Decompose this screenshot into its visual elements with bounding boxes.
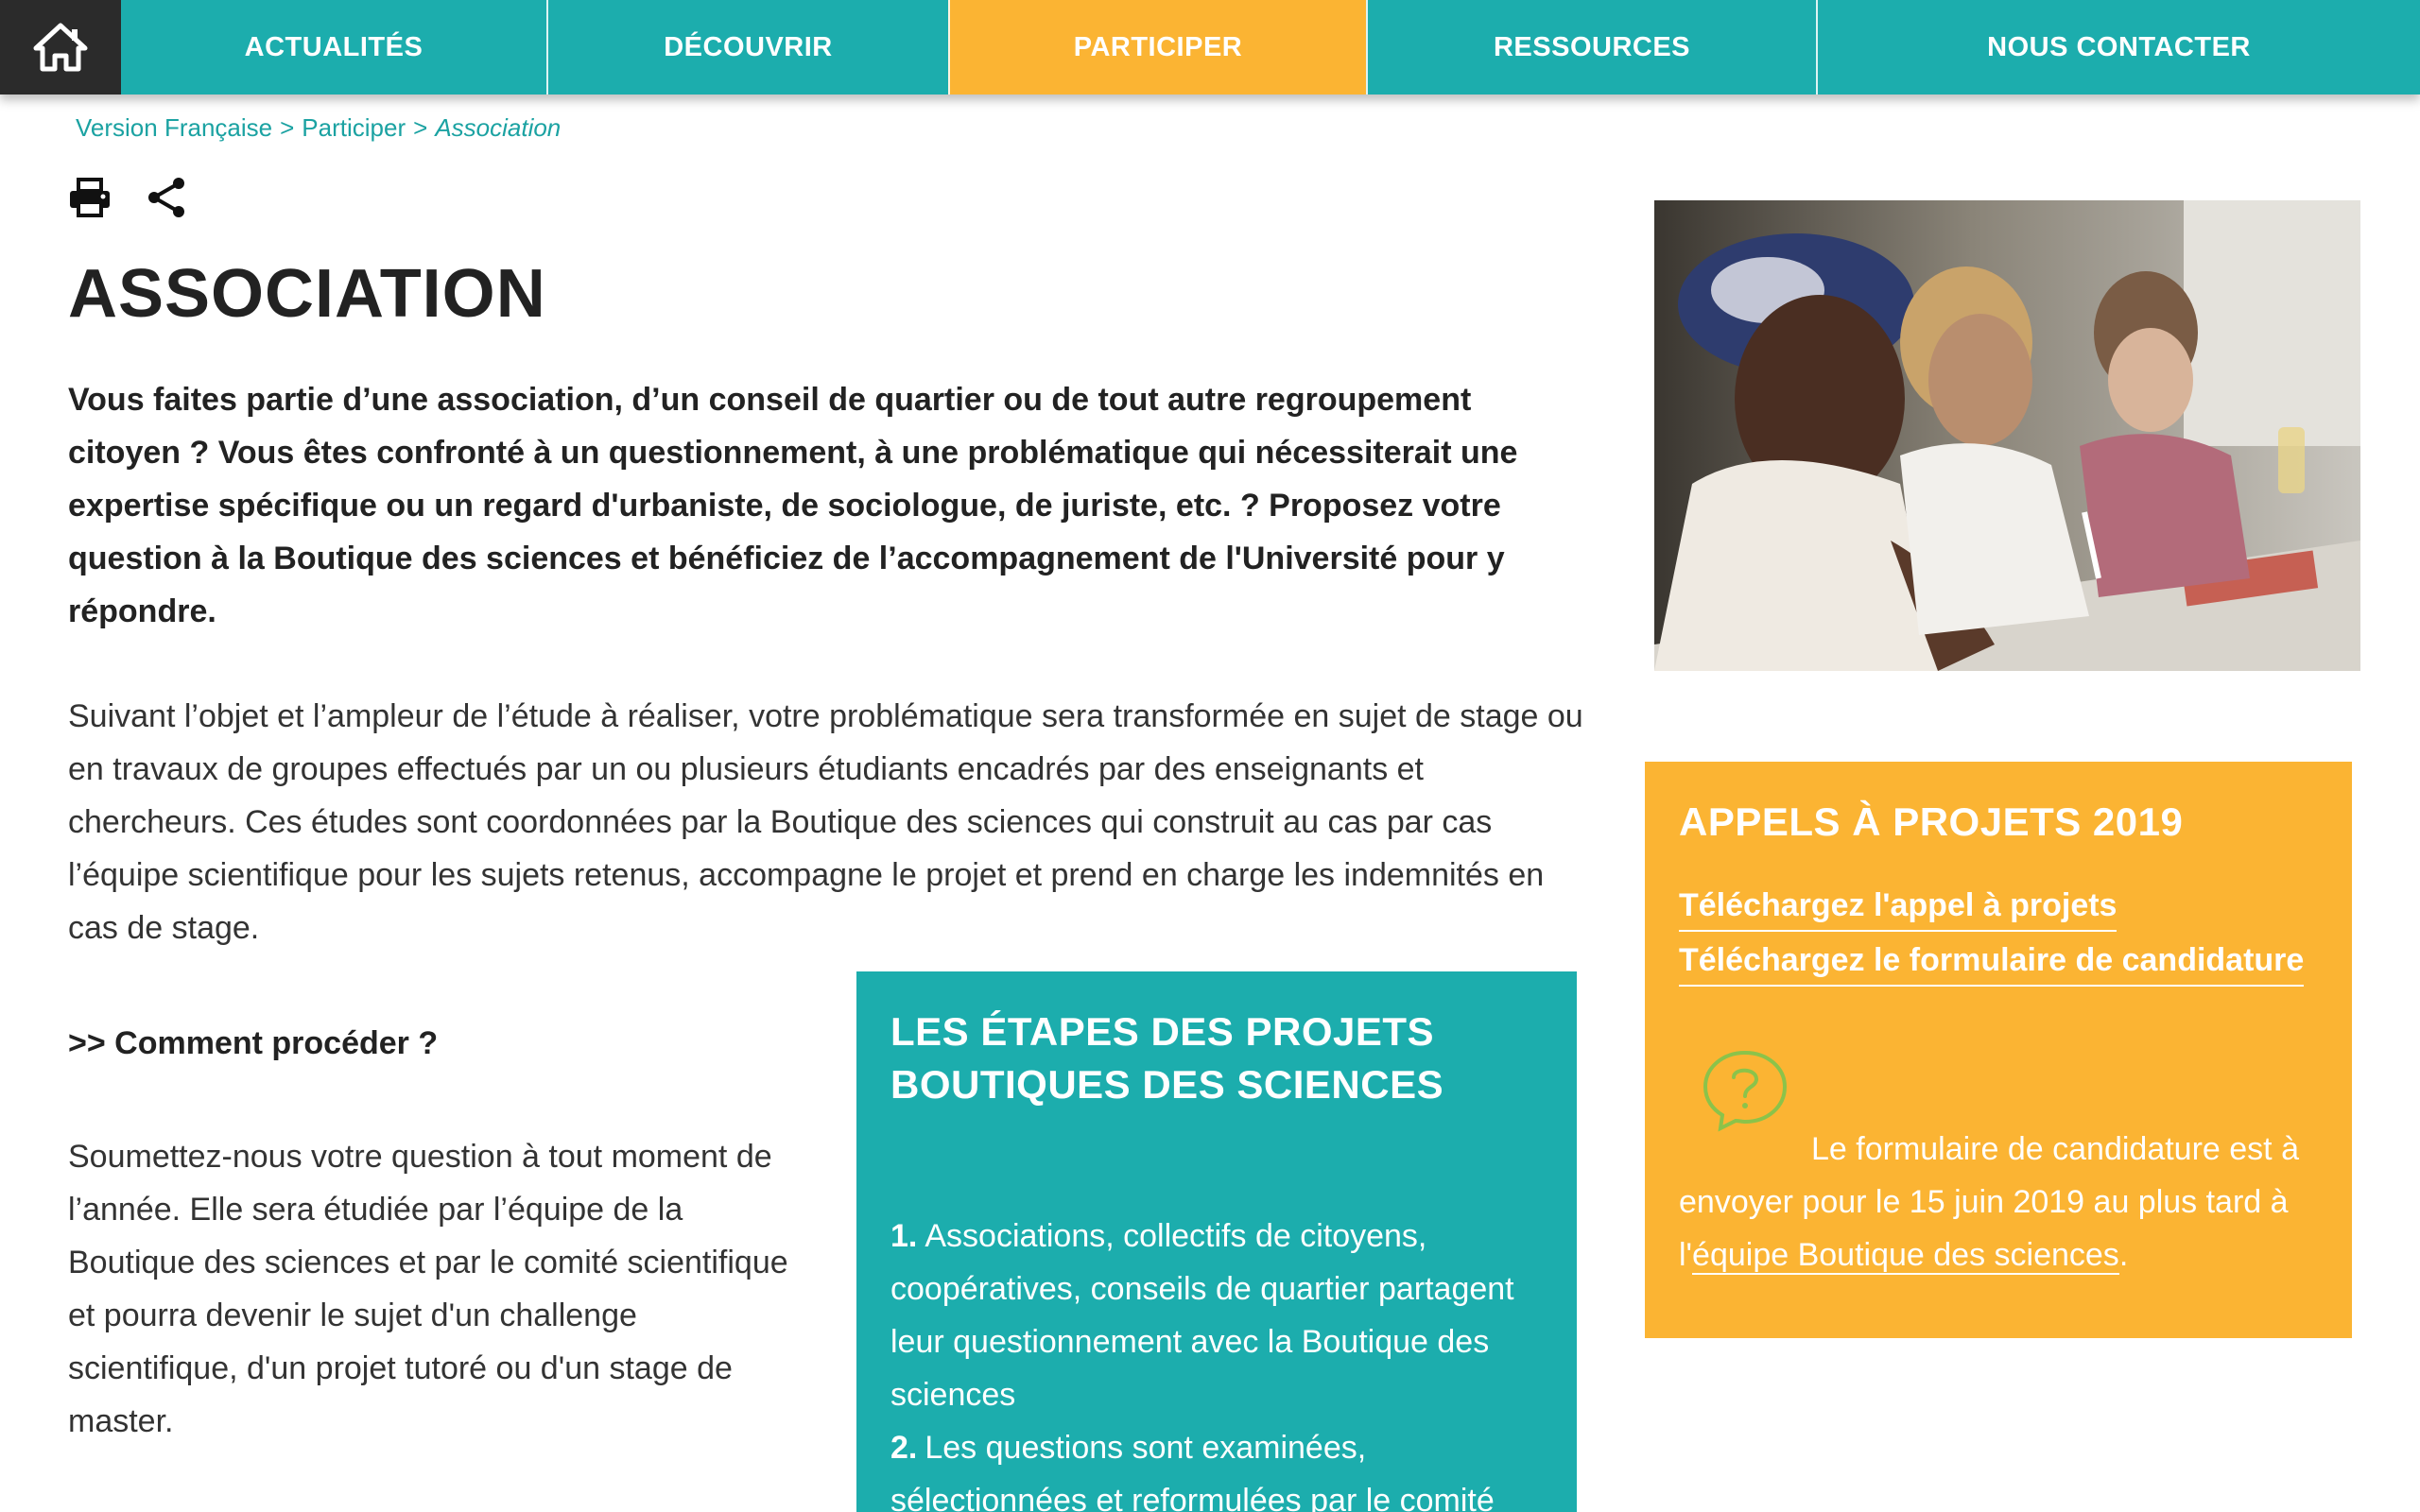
steps-list: 1. Associations, collectifs de citoyens, …: [890, 1210, 1543, 1512]
deadline-info: Le formulaire de candidature est à envoy…: [1679, 1047, 2318, 1281]
intro-paragraph: Vous faites partie d’une association, d’…: [68, 382, 1518, 629]
home-button[interactable]: [0, 0, 121, 94]
how-to-heading: >> Comment procéder ?: [68, 1025, 439, 1061]
breadcrumb: Version Française > Participer > Association: [76, 113, 561, 143]
step-item: 1. Associations, collectifs de citoyens, …: [890, 1210, 1543, 1421]
home-icon: [33, 23, 88, 72]
nav-item-ressources[interactable]: RESSOURCES: [1366, 0, 1816, 94]
body-paragraph: Suivant l’objet et l’ampleur de l’étude …: [68, 698, 1583, 946]
print-icon: [70, 178, 110, 217]
question-bubble-icon: [1703, 1050, 1788, 1132]
nav-item-participer[interactable]: PARTICIPER: [948, 0, 1366, 94]
breadcrumb-separator: >: [280, 113, 295, 142]
nav-item-actualites[interactable]: ACTUALITÉS: [121, 0, 546, 94]
share-button[interactable]: [142, 174, 189, 221]
print-button[interactable]: [66, 174, 113, 221]
step-number: 2.: [890, 1430, 918, 1466]
nav-label: DÉCOUVRIR: [664, 31, 833, 62]
nav-item-decouvrir[interactable]: DÉCOUVRIR: [546, 0, 948, 94]
breadcrumb-current: Association: [435, 113, 562, 142]
nav-label: PARTICIPER: [1073, 31, 1243, 62]
share-icon: [148, 178, 184, 217]
main-navigation: ACTUALITÉS DÉCOUVRIR PARTICIPER RESSOURC…: [0, 0, 2420, 94]
step-number: 1.: [890, 1218, 918, 1254]
deadline-trailing: .: [2118, 1237, 2129, 1273]
step-text: Associations, collectifs de citoyens, co…: [890, 1218, 1514, 1413]
nav-label: ACTUALITÉS: [244, 31, 424, 62]
steps-title: LES ÉTAPES DES PROJETS BOUTIQUES DES SCI…: [890, 1009, 1444, 1107]
step-text: Les questions sont examinées, sélectionn…: [890, 1430, 1495, 1512]
nav-label: NOUS CONTACTER: [1987, 31, 2251, 62]
nav-label: RESSOURCES: [1493, 31, 1691, 62]
calls-for-projects-box: APPELS À PROJETS 2019 Téléchargez l'appe…: [1645, 762, 2352, 1338]
step-item: 2. Les questions sont examinées, sélectio…: [890, 1421, 1543, 1512]
download-call-link[interactable]: Téléchargez l'appel à projets: [1679, 881, 2118, 932]
breadcrumb-separator: >: [413, 113, 428, 142]
calls-title: APPELS À PROJETS 2019: [1679, 799, 2184, 844]
project-steps-box: LES ÉTAPES DES PROJETS BOUTIQUES DES SCI…: [856, 971, 1577, 1512]
breadcrumb-link-participer[interactable]: Participer: [302, 113, 406, 142]
workshop-photo: [1654, 200, 2360, 671]
nav-item-nous-contacter[interactable]: NOUS CONTACTER: [1816, 0, 2420, 94]
breadcrumb-link-home[interactable]: Version Française: [76, 113, 272, 142]
page-title: ASSOCIATION: [68, 256, 546, 332]
download-form-link[interactable]: Téléchargez le formulaire de candidature: [1679, 936, 2305, 987]
page-tools: [66, 174, 189, 221]
photo-illustration: [1654, 200, 2360, 671]
how-to-paragraph: Soumettez-nous votre question à tout mom…: [68, 1139, 788, 1439]
download-links: Téléchargez l'appel à projets Télécharge…: [1679, 881, 2318, 990]
team-contact-link[interactable]: équipe Boutique des sciences: [1692, 1237, 2119, 1275]
